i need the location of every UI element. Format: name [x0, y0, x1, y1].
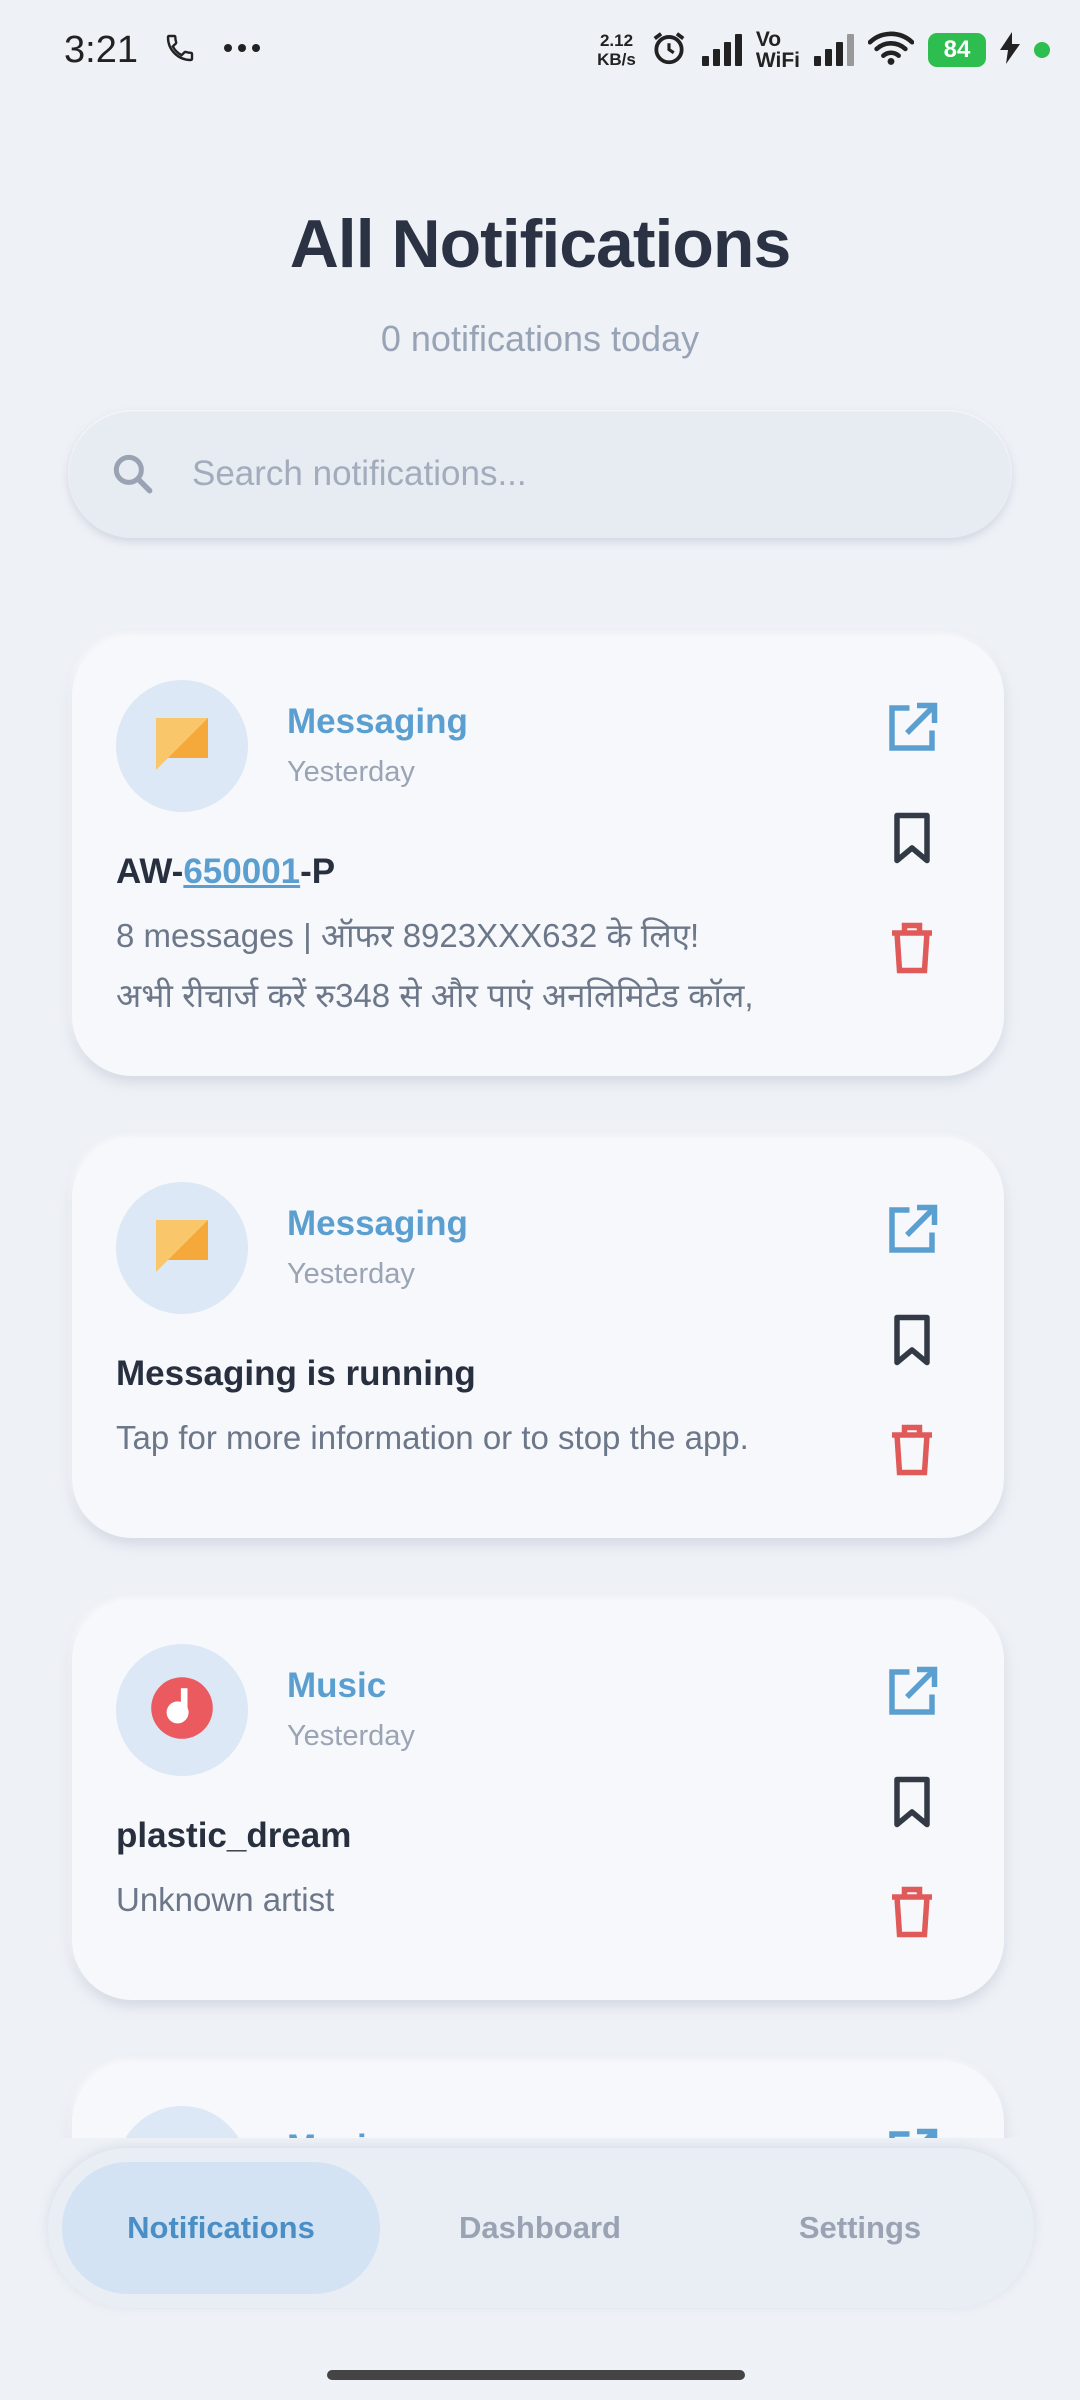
bottom-nav: Notifications Dashboard Settings	[48, 2148, 1034, 2308]
notification-time: Yesterday	[287, 1720, 415, 1752]
bookmark-icon[interactable]	[882, 1772, 942, 1832]
app-name: Messaging	[287, 702, 468, 741]
cell-signal-icon	[701, 34, 742, 66]
open-external-icon[interactable]	[882, 1662, 942, 1722]
bookmark-icon[interactable]	[882, 808, 942, 868]
notification-title: AW-650001-P	[116, 852, 336, 891]
vowifi-icon: Vo WiFi	[755, 28, 800, 72]
charging-bolt-icon	[1000, 31, 1020, 69]
notification-time: Yesterday	[287, 756, 415, 788]
app-name: Messaging	[287, 1204, 468, 1243]
status-bar: 3:21 2.12 KB/s Vo WiFi 84	[0, 0, 1080, 100]
battery-indicator: 84	[928, 33, 986, 67]
notification-title: Messaging is running	[116, 1354, 476, 1393]
open-external-icon[interactable]	[882, 698, 942, 758]
alarm-icon	[650, 29, 688, 72]
open-external-icon[interactable]	[882, 1200, 942, 1260]
notification-body: 8 messages | ऑफर 8923XXX632 के लिए! अभी …	[116, 917, 754, 1014]
home-indicator[interactable]	[327, 2370, 745, 2380]
app-icon-container	[116, 1644, 248, 1776]
delete-icon[interactable]	[882, 918, 942, 978]
app-name: Music	[287, 1666, 387, 1705]
music-app-icon	[149, 1675, 215, 1746]
notification-card[interactable]: Music Yesterday plastic_dream Unknown ar…	[72, 1600, 1004, 2000]
notification-body: Tap for more information or to stop the …	[116, 1419, 749, 1456]
notification-card[interactable]: Messaging Yesterday AW-650001-P 8 messag…	[72, 636, 1004, 1076]
notification-count: 0 notifications today	[380, 318, 700, 359]
tab-settings[interactable]: Settings	[700, 2162, 1020, 2294]
search-icon	[108, 449, 158, 499]
network-speed: 2.12 KB/s	[597, 31, 636, 69]
notification-title: plastic_dream	[116, 1816, 352, 1855]
messaging-app-icon	[152, 1216, 212, 1281]
delete-icon[interactable]	[882, 1420, 942, 1480]
page-title: All Notifications	[289, 206, 792, 282]
more-dots-icon	[222, 41, 262, 59]
notification-body: Unknown artist	[116, 1881, 335, 1918]
cell-signal-2-icon	[814, 34, 854, 66]
clock-time: 3:21	[64, 28, 138, 71]
app-icon-container	[116, 680, 248, 812]
tab-dashboard[interactable]: Dashboard	[380, 2162, 700, 2294]
search-bar[interactable]	[68, 410, 1012, 538]
messaging-app-icon	[152, 714, 212, 779]
app-icon-container	[116, 1182, 248, 1314]
notification-card[interactable]: Messaging Yesterday Messaging is running…	[72, 1138, 1004, 1538]
bookmark-icon[interactable]	[882, 1310, 942, 1370]
privacy-dot-icon	[1034, 42, 1050, 58]
title-link[interactable]: 650001	[183, 852, 300, 891]
search-input[interactable]	[192, 454, 952, 494]
wifi-icon	[867, 30, 915, 71]
phone-call-icon	[164, 32, 196, 69]
delete-icon[interactable]	[882, 1882, 942, 1942]
notification-time: Yesterday	[287, 1258, 415, 1290]
tab-notifications[interactable]: Notifications	[62, 2162, 380, 2294]
